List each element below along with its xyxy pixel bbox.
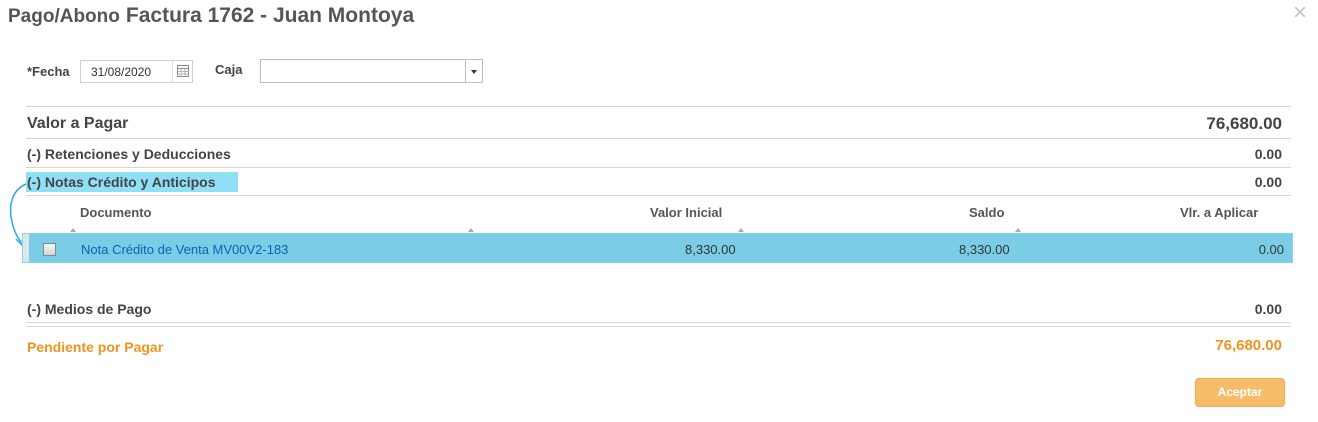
pendiente-label: Pendiente por Pagar xyxy=(27,339,164,355)
fecha-value: 31/08/2020 xyxy=(91,65,152,79)
pendiente-value: 76,680.00 xyxy=(1215,337,1282,354)
fecha-label: *Fecha xyxy=(27,64,70,79)
divider xyxy=(26,326,1291,327)
title-main: Factura 1762 - Juan Montoya xyxy=(125,4,415,27)
calendar-icon xyxy=(177,65,189,77)
divider xyxy=(26,167,1291,168)
dialog-title: Pago/Abono Factura 1762 - Juan Montoya xyxy=(8,4,414,28)
column-resize-handle[interactable] xyxy=(468,228,474,232)
close-icon[interactable]: × xyxy=(1290,1,1310,25)
medios-pago-value: 0.00 xyxy=(1254,301,1282,317)
divider xyxy=(26,106,1291,107)
accept-button[interactable]: Aceptar xyxy=(1195,378,1285,407)
column-resize-handle[interactable] xyxy=(1015,228,1021,232)
notas-credito-label[interactable]: (-) Notas Crédito y Anticipos xyxy=(27,174,216,190)
column-resize-handle[interactable] xyxy=(738,228,744,232)
valor-inicial-cell: 8,330.00 xyxy=(685,242,736,257)
col-vlr-aplicar[interactable]: Vlr. a Aplicar xyxy=(1180,205,1258,220)
vlr-aplicar-cell[interactable]: 0.00 xyxy=(1259,242,1284,257)
divider xyxy=(26,138,1291,139)
documento-link[interactable]: Nota Crédito de Venta MV00V2-183 xyxy=(81,242,288,257)
table-row[interactable]: Nota Crédito de Venta MV00V2-183 8,330.0… xyxy=(22,233,1293,263)
caja-label: Caja xyxy=(215,62,243,77)
valor-a-pagar-label: Valor a Pagar xyxy=(27,115,129,132)
column-resize-handle[interactable] xyxy=(70,228,76,232)
col-saldo[interactable]: Saldo xyxy=(969,205,1004,220)
saldo-cell: 8,330.00 xyxy=(959,242,1010,257)
retenciones-label: (-) Retenciones y Deducciones xyxy=(27,146,231,162)
calendar-button[interactable] xyxy=(172,61,192,82)
retenciones-value: 0.00 xyxy=(1254,146,1282,162)
divider xyxy=(26,322,1291,323)
valor-a-pagar-value: 76,680.00 xyxy=(1206,114,1282,133)
fecha-input[interactable]: 31/08/2020 xyxy=(80,60,193,83)
caja-select[interactable] xyxy=(260,59,483,83)
medios-pago-label: (-) Medios de Pago xyxy=(27,301,152,317)
divider xyxy=(26,195,1291,196)
chevron-down-icon[interactable] xyxy=(465,60,482,82)
col-valor-inicial[interactable]: Valor Inicial xyxy=(650,205,722,220)
row-checkbox[interactable] xyxy=(43,243,56,256)
row-edge xyxy=(23,234,29,262)
col-documento[interactable]: Documento xyxy=(80,205,152,220)
title-prefix: Pago/Abono xyxy=(8,6,120,27)
notas-credito-value: 0.00 xyxy=(1254,174,1282,190)
